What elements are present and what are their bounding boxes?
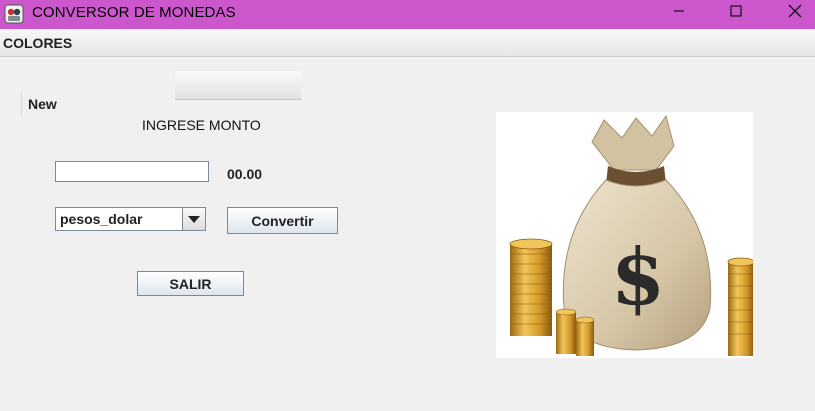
amount-prompt-label: INGRESE MONTO [142,117,261,133]
minimize-icon[interactable] [656,0,702,29]
conversion-select[interactable]: pesos_dolar [55,207,206,231]
result-label: 00.00 [227,166,263,182]
money-bag-image: $ [496,112,753,358]
maximize-icon[interactable] [712,0,758,29]
exit-button[interactable]: SALIR [137,271,244,296]
window-title: CONVERSOR DE MONEDAS [32,4,236,21]
close-icon[interactable] [770,0,815,29]
app-icon [4,4,24,24]
menu-bar: COLORES [0,29,815,57]
title-bar: CONVERSOR DE MONEDAS [0,0,815,29]
dollar-symbol: $ [611,232,665,323]
new-label: New [21,93,57,115]
blank-button[interactable] [175,71,301,100]
conversion-select-value: pesos_dolar [60,211,143,227]
menu-colores[interactable]: COLORES [3,35,72,51]
convert-button[interactable]: Convertir [227,207,338,234]
amount-input[interactable] [55,161,209,182]
chevron-down-icon[interactable] [182,208,205,230]
